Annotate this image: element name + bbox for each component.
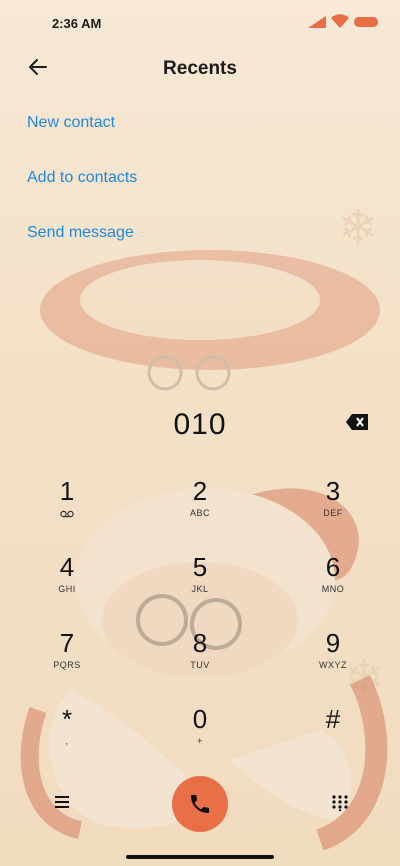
key-star[interactable]: * , <box>22 704 112 768</box>
home-indicator[interactable] <box>126 855 274 859</box>
key-letters: ABC <box>189 508 210 518</box>
status-bar: 2:36 AM <box>0 0 400 44</box>
dialed-number: 010 <box>173 408 227 441</box>
add-to-contacts-link[interactable]: Add to contacts <box>27 169 137 188</box>
key-digit: 3 <box>325 476 341 506</box>
key-digit: 5 <box>192 552 208 582</box>
key-letters: , <box>65 736 69 746</box>
key-letters: DEF <box>323 508 343 518</box>
key-3[interactable]: 3 DEF <box>288 476 378 540</box>
key-letters: + <box>197 736 203 746</box>
key-digit: # <box>325 704 341 734</box>
dialpad-icon[interactable] <box>332 795 348 811</box>
key-letters: GHI <box>58 584 76 594</box>
key-digit: 6 <box>325 552 341 582</box>
new-contact-link[interactable]: New contact <box>27 114 137 133</box>
key-5[interactable]: 5 JKL <box>155 552 245 616</box>
menu-icon[interactable] <box>55 796 69 808</box>
key-digit: 9 <box>325 628 341 658</box>
dial-keypad: 1 2 ABC 3 DEF 4 GHI 5 JKL 6 MNO 7 PQRS 8… <box>0 476 400 776</box>
key-8[interactable]: 8 TUV <box>155 628 245 692</box>
voicemail-icon <box>60 510 74 518</box>
call-button[interactable] <box>172 776 228 832</box>
key-digit: 7 <box>59 628 75 658</box>
key-4[interactable]: 4 GHI <box>22 552 112 616</box>
key-digit: 0 <box>192 704 208 734</box>
key-letters: TUV <box>190 660 210 670</box>
key-letters: WXYZ <box>319 660 347 670</box>
send-message-link[interactable]: Send message <box>27 224 137 243</box>
key-letters: JKL <box>191 584 209 594</box>
battery-icon <box>354 17 378 27</box>
phone-icon <box>191 795 209 813</box>
key-digit: 2 <box>192 476 208 506</box>
key-2[interactable]: 2 ABC <box>155 476 245 540</box>
key-1[interactable]: 1 <box>22 476 112 540</box>
key-0[interactable]: 0 + <box>155 704 245 768</box>
key-hash[interactable]: # <box>288 704 378 768</box>
key-digit: * <box>61 704 73 734</box>
key-7[interactable]: 7 PQRS <box>22 628 112 692</box>
cell-signal-icon <box>308 16 326 28</box>
key-digit: 1 <box>59 476 75 506</box>
status-time: 2:36 AM <box>52 16 102 31</box>
key-digit: 8 <box>192 628 208 658</box>
page-title: Recents <box>163 58 237 79</box>
key-letters: PQRS <box>53 660 81 670</box>
backspace-icon[interactable] <box>346 414 368 430</box>
key-digit: 4 <box>59 552 75 582</box>
contact-actions: New contact Add to contacts Send message <box>27 114 137 279</box>
key-6[interactable]: 6 MNO <box>288 552 378 616</box>
wifi-icon <box>331 14 349 28</box>
key-letters: MNO <box>321 584 345 594</box>
key-9[interactable]: 9 WXYZ <box>288 628 378 692</box>
